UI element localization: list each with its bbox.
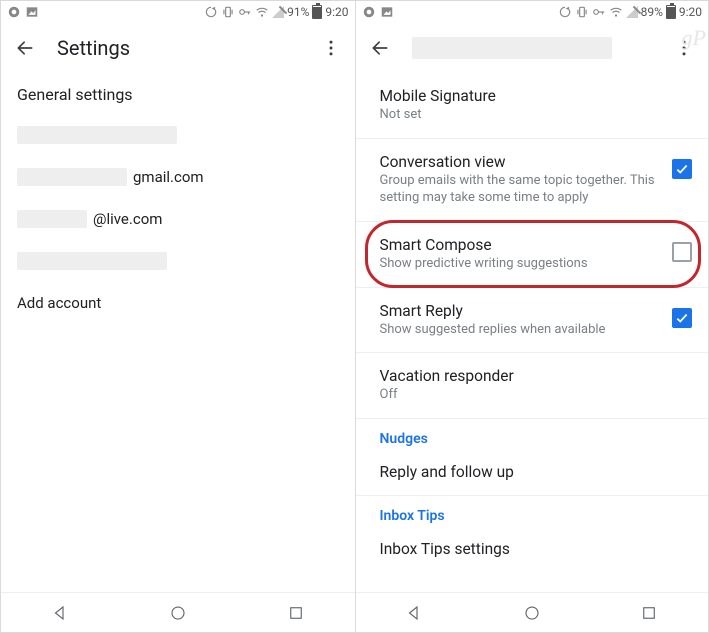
phone-left: 91% 9:20 Settings General settings gmail…: [1, 1, 355, 632]
inbox-tips-section-header: Inbox Tips: [356, 496, 709, 530]
account-suffix: @live.com: [93, 210, 162, 228]
notification-circle-icon: [362, 5, 376, 19]
redacted-text: [17, 126, 177, 144]
account-item[interactable]: gmail.com: [1, 156, 355, 198]
battery-pct: 91%: [287, 5, 309, 19]
nav-home-button[interactable]: [521, 602, 543, 624]
nav-recents-button[interactable]: [285, 602, 307, 624]
redacted-text: [17, 168, 127, 186]
wifi-icon: [255, 5, 269, 19]
setting-sub: Show predictive writing suggestions: [380, 256, 663, 273]
setting-sub: Show suggested replies when available: [380, 322, 663, 339]
add-account-button[interactable]: Add account: [1, 282, 355, 324]
battery-icon: [312, 5, 322, 19]
setting-label: Conversation view: [380, 153, 663, 171]
refresh-icon: [204, 5, 218, 19]
phone-right: 89% 9:20 gP Mobile Signature Not set Con…: [355, 1, 709, 632]
setting-sub: Not set: [380, 107, 693, 124]
setting-label: Mobile Signature: [380, 87, 693, 105]
overflow-menu-button[interactable]: [317, 34, 345, 62]
back-button[interactable]: [11, 34, 39, 62]
vibrate-icon: [575, 5, 589, 19]
wifi-icon: [609, 5, 623, 19]
account-suffix: gmail.com: [133, 168, 204, 186]
nav-home-button[interactable]: [167, 602, 189, 624]
refresh-icon: [558, 5, 572, 19]
account-item[interactable]: @live.com: [1, 198, 355, 240]
system-nav-bar: [356, 592, 709, 632]
system-nav-bar: [1, 592, 355, 632]
nav-recents-button[interactable]: [638, 602, 660, 624]
setting-smart-compose[interactable]: Smart Compose Show predictive writing su…: [356, 222, 709, 288]
setting-mobile-signature[interactable]: Mobile Signature Not set: [356, 73, 709, 139]
setting-reply-follow-up[interactable]: Reply and follow up: [356, 453, 709, 496]
clock: 9:20: [325, 5, 348, 19]
nav-back-button[interactable]: [403, 602, 425, 624]
redacted-text: [17, 252, 167, 270]
no-signal-icon: [272, 6, 284, 18]
nudges-section-header: Nudges: [356, 419, 709, 453]
settings-list: Mobile Signature Not set Conversation vi…: [356, 73, 709, 572]
setting-label: Smart Compose: [380, 236, 663, 254]
key-icon: [238, 5, 252, 19]
redacted-text: [412, 37, 612, 59]
app-bar: Settings: [1, 23, 355, 73]
image-icon: [25, 5, 39, 19]
status-bar: 89% 9:20: [356, 1, 709, 23]
redacted-text: [17, 210, 87, 228]
battery-icon: [666, 5, 676, 19]
setting-label: Smart Reply: [380, 302, 663, 320]
clock: 9:20: [679, 5, 702, 19]
add-account-label: Add account: [17, 294, 101, 312]
setting-vacation-responder[interactable]: Vacation responder Off: [356, 353, 709, 419]
notification-circle-icon: [7, 5, 21, 19]
app-bar: [356, 23, 709, 73]
setting-conversation-view[interactable]: Conversation view Group emails with the …: [356, 139, 709, 222]
overflow-menu-button[interactable]: [670, 34, 698, 62]
setting-label: Vacation responder: [380, 367, 693, 385]
nav-back-button[interactable]: [49, 602, 71, 624]
checkbox-conversation-view[interactable]: [672, 159, 692, 179]
checkbox-smart-reply[interactable]: [672, 308, 692, 328]
setting-sub: Off: [380, 387, 693, 404]
image-icon: [380, 5, 394, 19]
vibrate-icon: [221, 5, 235, 19]
account-item[interactable]: [1, 114, 355, 156]
setting-sub: Group emails with the same topic togethe…: [380, 173, 663, 207]
account-list: gmail.com @live.com Add account: [1, 114, 355, 324]
back-button[interactable]: [366, 34, 394, 62]
checkbox-smart-compose[interactable]: [672, 242, 692, 262]
general-settings-header[interactable]: General settings: [1, 73, 355, 114]
page-title: Settings: [57, 36, 299, 60]
account-item[interactable]: [1, 240, 355, 282]
status-bar: 91% 9:20: [1, 1, 355, 23]
setting-smart-reply[interactable]: Smart Reply Show suggested replies when …: [356, 288, 709, 354]
battery-pct: 89%: [641, 5, 663, 19]
key-icon: [592, 5, 606, 19]
page-title: [412, 37, 653, 59]
no-signal-icon: [626, 6, 638, 18]
setting-inbox-tips[interactable]: Inbox Tips settings: [356, 530, 709, 572]
